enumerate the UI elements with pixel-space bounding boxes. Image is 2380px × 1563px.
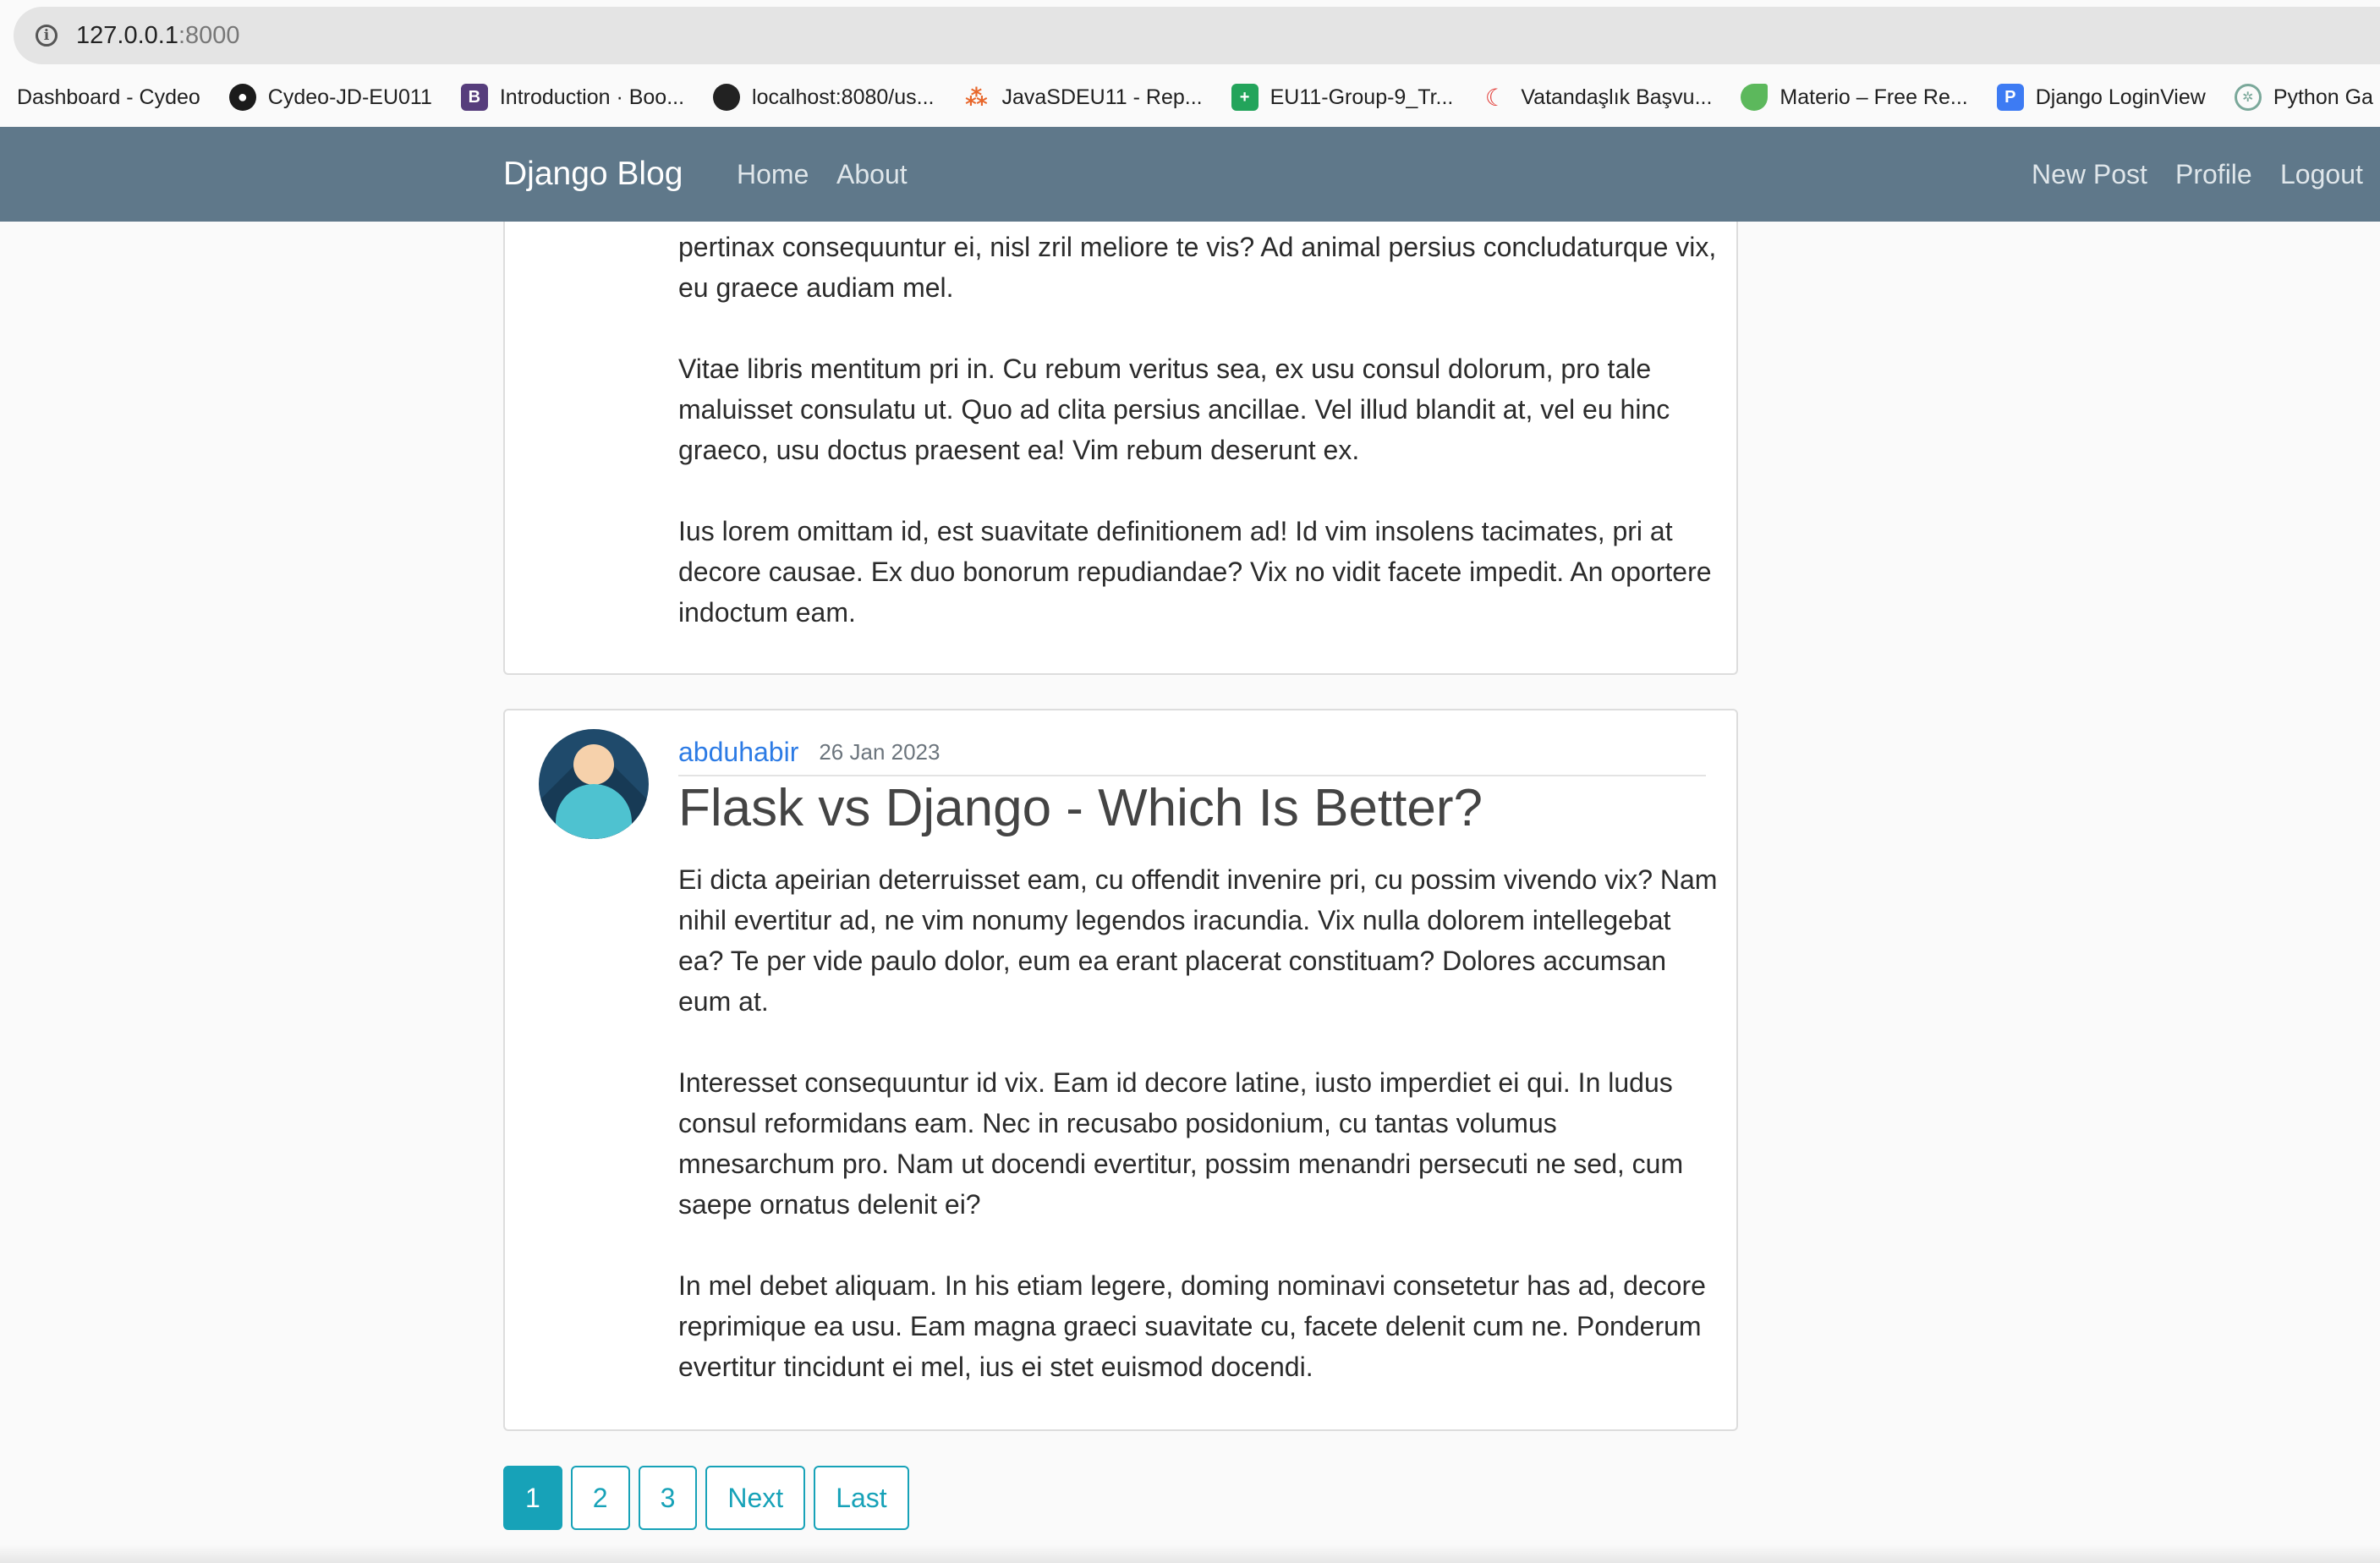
bookmark-label: Introduction · Boo... <box>499 85 685 109</box>
page-3-button[interactable]: 3 <box>638 1466 698 1530</box>
pagination: 1 2 3 Next Last <box>503 1466 918 1530</box>
bookmark-label: Django LoginView <box>2035 85 2206 109</box>
nav-home[interactable]: Home <box>737 127 809 222</box>
post-author-link[interactable]: abduhabir <box>678 737 798 768</box>
nav-new-post[interactable]: New Post <box>2032 127 2147 222</box>
bookmark-cydeo-jd[interactable]: ● Cydeo-JD-EU011 <box>228 84 432 111</box>
nav-profile[interactable]: Profile <box>2175 127 2252 222</box>
page-2-button[interactable]: 2 <box>570 1466 630 1530</box>
github-icon: ● <box>228 84 256 111</box>
sheets-icon: + <box>1231 84 1259 111</box>
bookmark-python-ga[interactable]: ✲ Python Ga <box>2234 84 2373 111</box>
post-content: Ei dicta apeirian deterruisset eam, cu o… <box>678 859 1719 1387</box>
bookmark-label: Cydeo-JD-EU011 <box>267 85 432 109</box>
address-bar[interactable]: i 127.0.0.1:8000 <box>14 7 2380 64</box>
nav-about[interactable]: About <box>836 127 908 222</box>
post-paragraph: In mel debet aliquam. In his etiam leger… <box>678 1270 1706 1382</box>
navbar-brand[interactable]: Django Blog <box>503 127 683 222</box>
last-page-button[interactable]: Last <box>814 1466 909 1530</box>
page-1-button[interactable]: 1 <box>503 1466 562 1530</box>
bookmark-label: localhost:8080/us... <box>752 85 935 109</box>
avatar <box>539 729 649 839</box>
site-info-icon[interactable]: i <box>36 25 58 47</box>
bookmark-bootstrap[interactable]: B Introduction · Boo... <box>460 84 685 111</box>
bookmark-label: Materio – Free Re... <box>1780 85 1968 109</box>
materio-icon <box>1741 84 1769 111</box>
p-icon: P <box>1996 84 2024 111</box>
git-icon: ⁂ <box>965 84 988 110</box>
site-navbar: Django Blog Home About New Post Profile … <box>0 127 2380 222</box>
window-edge-shadow <box>0 1544 2380 1563</box>
url-text[interactable]: 127.0.0.1:8000 <box>76 22 240 50</box>
bookmark-label: JavaSDEU11 - Rep... <box>1001 85 1203 109</box>
bootstrap-icon: B <box>460 84 488 111</box>
globe-icon <box>713 84 741 111</box>
post-date: 26 Jan 2023 <box>819 738 940 765</box>
post-title[interactable]: Flask vs Django - Which Is Better? <box>678 778 1483 838</box>
url-host: 127.0.0.1 <box>76 21 178 49</box>
next-page-button[interactable]: Next <box>705 1466 806 1530</box>
post-meta: abduhabir 26 Jan 2023 <box>678 729 1706 776</box>
bookmark-django-loginview[interactable]: P Django LoginView <box>1996 84 2206 111</box>
bookmark-label: Python Ga <box>2273 85 2373 109</box>
post-content: pertinax consequuntur ei, nisl zril meli… <box>678 227 1719 633</box>
post-paragraph: Ius lorem omittam id, est suavitate defi… <box>678 516 1712 628</box>
bookmark-label: Vatandaşlık Başvu... <box>1521 85 1713 109</box>
bookmark-label: EU11-Group-9_Tr... <box>1270 85 1454 109</box>
post-paragraph: Vitae libris mentitum pri in. Cu rebum v… <box>678 354 1670 465</box>
bookmark-vatandaslik[interactable]: ☾ Vatandaşlık Başvu... <box>1482 84 1713 111</box>
bookmark-localhost[interactable]: localhost:8080/us... <box>713 84 934 111</box>
bookmark-dashboard-cydeo[interactable]: Dashboard - Cydeo <box>17 85 200 110</box>
post-paragraph: Interesset consequuntur id vix. Eam id d… <box>678 1067 1684 1220</box>
post-paragraph: Ei dicta apeirian deterruisset eam, cu o… <box>678 864 1718 1017</box>
bookmark-label: Dashboard - Cydeo <box>17 85 200 109</box>
openai-icon: ✲ <box>2234 84 2262 111</box>
bookmark-eu11-group[interactable]: + EU11-Group-9_Tr... <box>1231 84 1454 111</box>
bookmarks-bar: Dashboard - Cydeo ● Cydeo-JD-EU011 B Int… <box>0 68 2380 127</box>
nav-logout[interactable]: Logout <box>2280 127 2363 222</box>
bookmark-javasdeu11[interactable]: ⁂ JavaSDEU11 - Rep... <box>962 84 1202 111</box>
post-paragraph: pertinax consequuntur ei, nisl zril meli… <box>678 232 1717 303</box>
post-card: abduhabir 26 Jan 2023 Flask vs Django - … <box>503 709 1738 1431</box>
url-port: :8000 <box>178 21 240 49</box>
bookmark-materio[interactable]: Materio – Free Re... <box>1741 84 1968 111</box>
crescent-icon: ☾ <box>1484 84 1506 111</box>
